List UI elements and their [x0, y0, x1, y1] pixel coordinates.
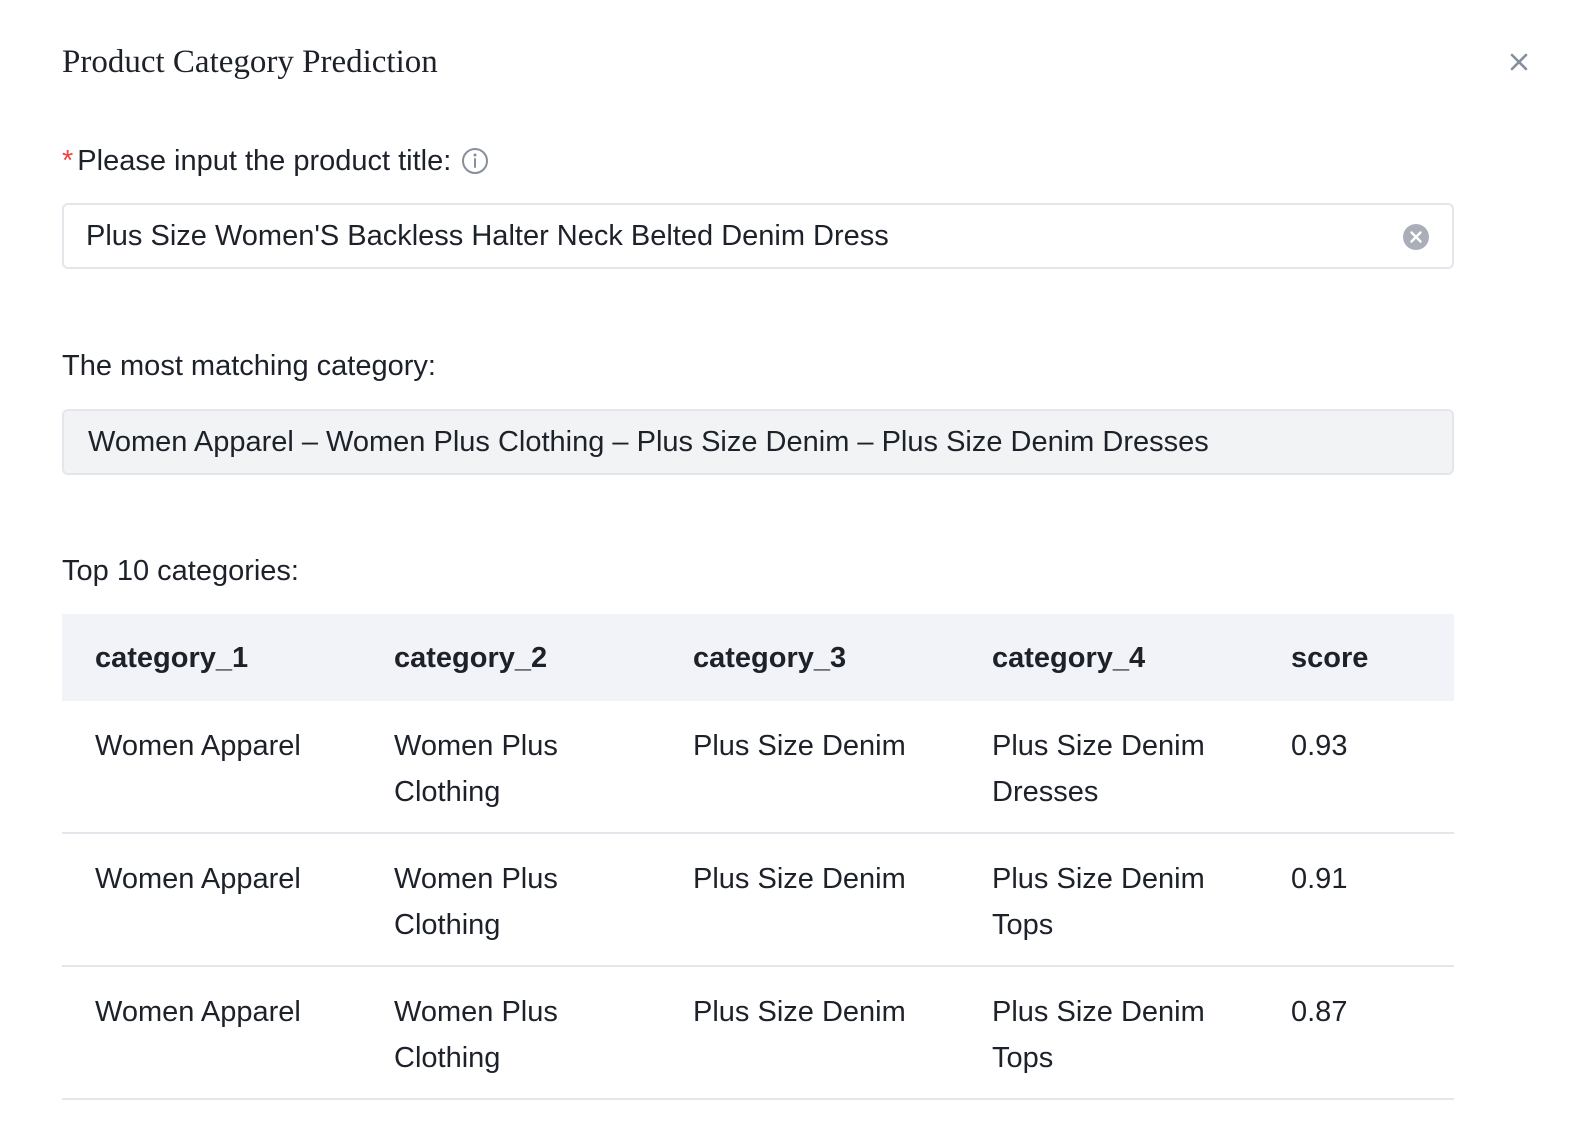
cell-category-1: Women Apparel: [95, 863, 301, 895]
cell-category-3: Plus Size Denim: [693, 996, 906, 1028]
cell-score: 0.93: [1291, 730, 1348, 762]
dialog-title: Product Category Prediction: [62, 44, 438, 80]
product-title-label: * Please input the product title:: [62, 142, 489, 180]
cell-score: 0.87: [1291, 996, 1348, 1028]
cell-category-1: Women Apparel: [95, 730, 301, 762]
cell-category-3: Plus Size Denim: [693, 730, 906, 762]
table-row: Women Apparel Women Plus Clothing Plus S…: [62, 701, 1454, 834]
cell-category-2: Women Plus Clothing: [394, 996, 558, 1074]
top-categories-label: Top 10 categories:: [62, 555, 299, 587]
cell-category-3: Plus Size Denim: [693, 863, 906, 895]
column-header-category-4: category_4: [992, 641, 1146, 674]
top-categories-table: category_1 category_2 category_3 categor…: [62, 614, 1454, 1100]
close-icon[interactable]: [1503, 46, 1535, 78]
clear-icon[interactable]: [1402, 223, 1430, 251]
best-match-value: Women Apparel – Women Plus Clothing – Pl…: [88, 426, 1209, 458]
column-header-score: score: [1291, 641, 1369, 674]
product-title-input-wrapper[interactable]: [62, 203, 1454, 269]
cell-category-4: Plus Size Denim Tops: [992, 863, 1205, 941]
best-match-label: The most matching category:: [62, 350, 436, 382]
column-header-category-1: category_1: [95, 641, 249, 674]
best-match-field: Women Apparel – Women Plus Clothing – Pl…: [62, 409, 1454, 475]
required-mark: *: [62, 145, 74, 177]
table-row: Women Apparel Women Plus Clothing Plus S…: [62, 967, 1454, 1100]
column-header-category-3: category_3: [693, 641, 847, 674]
table-row: Women Apparel Women Plus Clothing Plus S…: [62, 834, 1454, 967]
column-header-category-2: category_2: [394, 641, 548, 674]
product-title-input[interactable]: [86, 205, 1386, 267]
cell-category-2: Women Plus Clothing: [394, 863, 558, 941]
cell-category-2: Women Plus Clothing: [394, 730, 558, 808]
table-header: category_1 category_2 category_3 categor…: [62, 614, 1454, 701]
product-title-label-text: Please input the product title:: [77, 145, 452, 177]
cell-score: 0.91: [1291, 863, 1348, 895]
cell-category-1: Women Apparel: [95, 996, 301, 1028]
info-icon[interactable]: [461, 147, 489, 175]
prediction-dialog: Product Category Prediction * Please inp…: [0, 0, 1570, 1138]
cell-category-4: Plus Size Denim Tops: [992, 996, 1205, 1074]
cell-category-4: Plus Size Denim Dresses: [992, 730, 1205, 808]
